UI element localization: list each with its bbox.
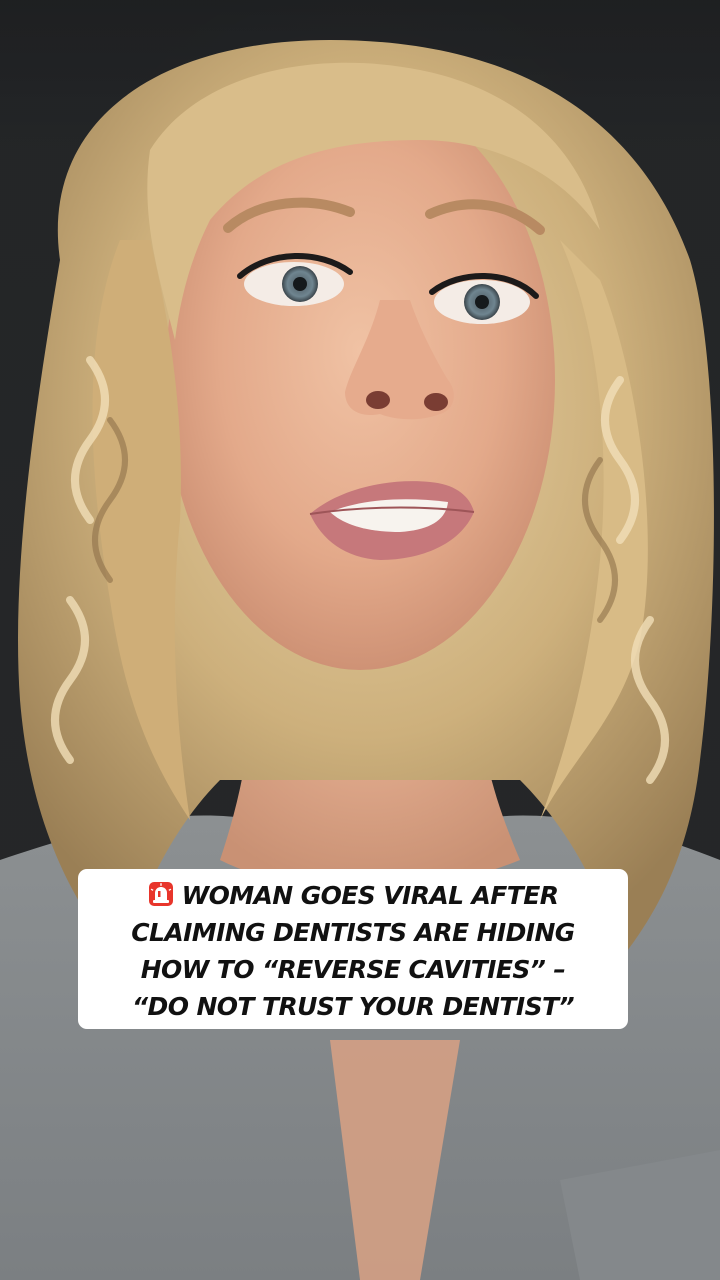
headline-line-1: WOMAN GOES VIRAL AFTER	[88, 877, 618, 914]
video-frame[interactable]: WOMAN GOES VIRAL AFTER CLAIMING DENTISTS…	[0, 0, 720, 1280]
headline-line-3: HOW TO “REVERSE CAVITIES” –	[140, 955, 566, 984]
headline-line-2: CLAIMING DENTISTS ARE HIDING	[131, 918, 575, 947]
video-background-image	[0, 40, 720, 1280]
siren-icon	[148, 882, 173, 906]
headline-text-1: WOMAN GOES VIRAL AFTER	[181, 881, 559, 910]
headline-line-4: “DO NOT TRUST YOUR DENTIST”	[132, 992, 575, 1021]
headline-caption: WOMAN GOES VIRAL AFTER CLAIMING DENTISTS…	[78, 869, 628, 1029]
